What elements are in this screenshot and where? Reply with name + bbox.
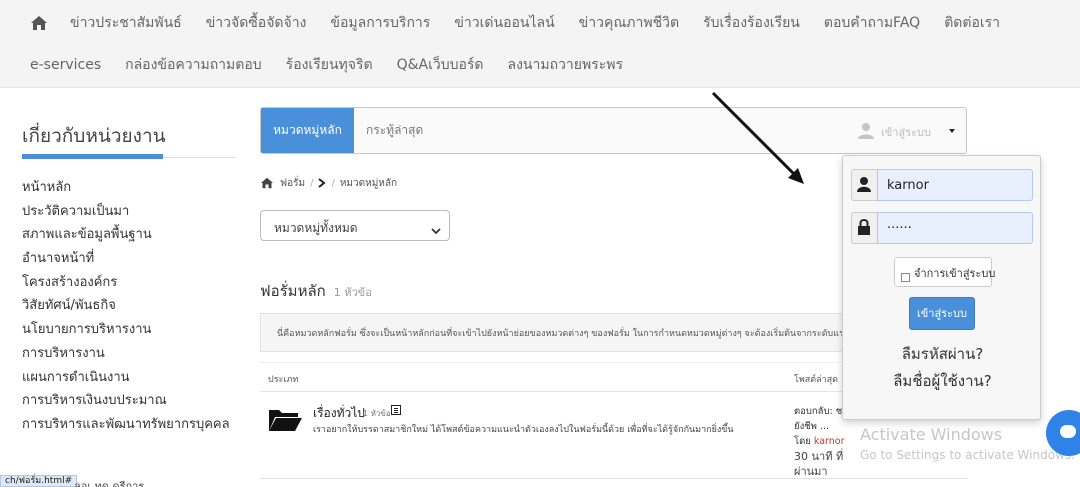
sidebar-item-policy[interactable]: นโยบายการบริหารงาน — [22, 318, 236, 342]
sidebar-item-structure[interactable]: โครงสร้างองค์กร — [22, 271, 236, 295]
tab-main-category[interactable]: หมวดหมู่หลัก — [261, 108, 354, 153]
section-description-text: นี่คือหมวดหลักฟอรั่ม ซึ่งจะเป็นหน้าหลักก… — [277, 329, 861, 339]
sidebar-item-basic-info[interactable]: สภาพและข้อมูลพื้นฐาน — [22, 223, 236, 247]
column-type: ประเภท — [268, 375, 299, 385]
nav-item-complaints[interactable]: รับเรื่องร้องเรียน — [703, 12, 800, 34]
category-select-value: หมวดหมู่ทั้งหมด — [274, 221, 358, 235]
nav-row-1: ข่าวประชาสัมพันธ์ ข่าวจัดซื้อจัดจ้าง ข้อ… — [30, 10, 1024, 36]
last-post-byline: โดย karnor — [794, 434, 854, 449]
user-menu-label: เข้าสู่ระบบ — [881, 126, 931, 139]
nav-item-procurement[interactable]: ข่าวจัดซื้อจัดจ้าง — [206, 12, 307, 34]
nav-item-qa-box[interactable]: กล่องข้อความถามตอบ — [125, 54, 262, 76]
last-post-time: 30 นาที ที่ผ่านมา — [794, 450, 844, 478]
nav-item-news[interactable]: ข่าวประชาสัมพันธ์ — [70, 12, 182, 34]
home-icon[interactable] — [260, 177, 274, 189]
section-header: ฟอรั่มหลัก 1 หัวข้อ — [260, 279, 372, 303]
breadcrumb-separator: / — [331, 177, 335, 189]
sidebar-item-operation-plan[interactable]: แผนการดำเนินงาน — [22, 366, 236, 390]
chat-icon — [1060, 425, 1076, 438]
section-title: ฟอรั่มหลัก — [260, 282, 326, 300]
status-url-preview: ch/ฟอรั่ม.html# — [0, 475, 78, 487]
user-icon — [857, 122, 875, 140]
nav-item-well-wishes[interactable]: ลงนามถวายพระพร — [508, 54, 624, 76]
password-field-group — [851, 212, 1033, 244]
user-icon — [851, 169, 877, 201]
sidebar-item-vision[interactable]: วิสัยทัศน์/พันธกิจ — [22, 294, 236, 318]
last-post-title-cont: ยังชีพ ... — [794, 421, 829, 432]
username-field-group — [851, 169, 1033, 201]
folder-icon — [268, 406, 302, 432]
category-select[interactable]: หมวดหมู่ทั้งหมด — [260, 210, 450, 241]
section-topic-count: 1 หัวข้อ — [333, 286, 372, 299]
sidebar-title-underline — [22, 154, 163, 159]
user-menu-toggle[interactable]: เข้าสู่ระบบ — [857, 122, 957, 140]
top-navigation: ข่าวประชาสัมพันธ์ ข่าวจัดซื้อจัดจ้าง ข้อ… — [0, 0, 1080, 88]
nav-item-services[interactable]: ข้อมูลการบริการ — [330, 12, 430, 34]
sidebar-divider — [163, 157, 236, 158]
sidebar-item-budget[interactable]: การบริหารเงินงบประมาณ — [22, 389, 236, 413]
forgot-username-link[interactable]: ลืมชื่อผู้ใช้งาน? — [843, 369, 1042, 393]
forum-header-bar: หมวดหมู่หลัก กระทู้ล่าสุด เข้าสู่ระบบ — [260, 107, 967, 154]
caret-down-icon — [949, 129, 955, 133]
home-icon[interactable] — [30, 15, 48, 31]
column-last-post: โพสต์ล่าสุด — [794, 375, 839, 385]
sidebar-item-management[interactable]: การบริหารงาน — [22, 342, 236, 366]
document-icon[interactable] — [391, 405, 401, 415]
login-button[interactable]: เข้าสู่ระบบ — [909, 297, 975, 330]
sidebar-title: เกี่ยวกับหน่วยงาน — [22, 125, 166, 147]
nav-item-corruption-report[interactable]: ร้องเรียนทุจริต — [286, 54, 373, 76]
remember-me-checkbox[interactable] — [901, 273, 910, 282]
lock-icon — [851, 212, 877, 244]
forum-topic-count: 1 หัวข้อ — [363, 409, 391, 418]
breadcrumb-forum[interactable]: ฟอรั่ม — [280, 176, 305, 191]
sidebar: เกี่ยวกับหน่วยงาน หน้าหลัก ประวัติความเป… — [22, 118, 236, 437]
nav-item-quality-of-life[interactable]: ข่าวคุณภาพชีวิต — [579, 12, 679, 34]
sidebar-item-history[interactable]: ประวัติความเป็นมา — [22, 200, 236, 224]
sidebar-list: หน้าหลัก ประวัติความเป็นมา สภาพและข้อมูล… — [22, 176, 236, 437]
login-dropdown: จำการเข้าสู่ระบบ เข้าสู่ระบบ ลืมรหัสผ่าน… — [842, 155, 1041, 420]
nav-item-e-services[interactable]: e-services — [30, 57, 101, 73]
chat-button[interactable] — [1046, 410, 1080, 456]
username-input[interactable] — [877, 169, 1033, 201]
forgot-password-link[interactable]: ลืมรหัสผ่าน? — [843, 342, 1042, 366]
tab-latest-topics[interactable]: กระทู้ล่าสุด — [366, 108, 423, 153]
nav-item-webboard[interactable]: Q&Aเว็บบอร์ด — [397, 54, 484, 76]
breadcrumb-current: หมวดหมู่หลัก — [339, 177, 398, 189]
last-post-author[interactable]: karnor — [814, 436, 845, 447]
remember-me-toggle[interactable]: จำการเข้าสู่ระบบ — [894, 257, 996, 287]
breadcrumb-separator: / — [310, 177, 314, 189]
nav-item-contact[interactable]: ติดต่อเรา — [944, 12, 1000, 34]
nav-item-faq[interactable]: ตอบคำถามFAQ — [824, 12, 920, 34]
forum-name-link[interactable]: เรื่องทั่วไป — [313, 404, 365, 423]
remember-me-label: จำการเข้าสู่ระบบ — [914, 267, 996, 280]
nav-item-online-news[interactable]: ข่าวเด่นออนไลน์ — [454, 12, 554, 34]
breadcrumb: ฟอรั่ม / / หมวดหมู่หลัก — [260, 175, 397, 191]
forum-description: เราอยากให้บรรดาสมาชิกใหม่ ได้โพสต์ข้อควา… — [313, 425, 734, 435]
last-post-by: โดย — [794, 436, 811, 447]
status-next-text: ลอเ ทด ดรีการ — [74, 480, 145, 487]
chevron-down-icon — [431, 221, 441, 235]
nav-row-2: e-services กล่องข้อความถามตอบ ร้องเรียนท… — [30, 52, 647, 78]
password-input[interactable] — [877, 212, 1033, 244]
sidebar-item-home[interactable]: หน้าหลัก — [22, 176, 236, 200]
sidebar-item-hr[interactable]: การบริหารและพัฒนาทรัพยากรบุคคล — [22, 413, 236, 437]
sidebar-item-authority[interactable]: อำนาจหน้าที่ — [22, 247, 236, 271]
chevron-right-icon — [318, 178, 327, 188]
